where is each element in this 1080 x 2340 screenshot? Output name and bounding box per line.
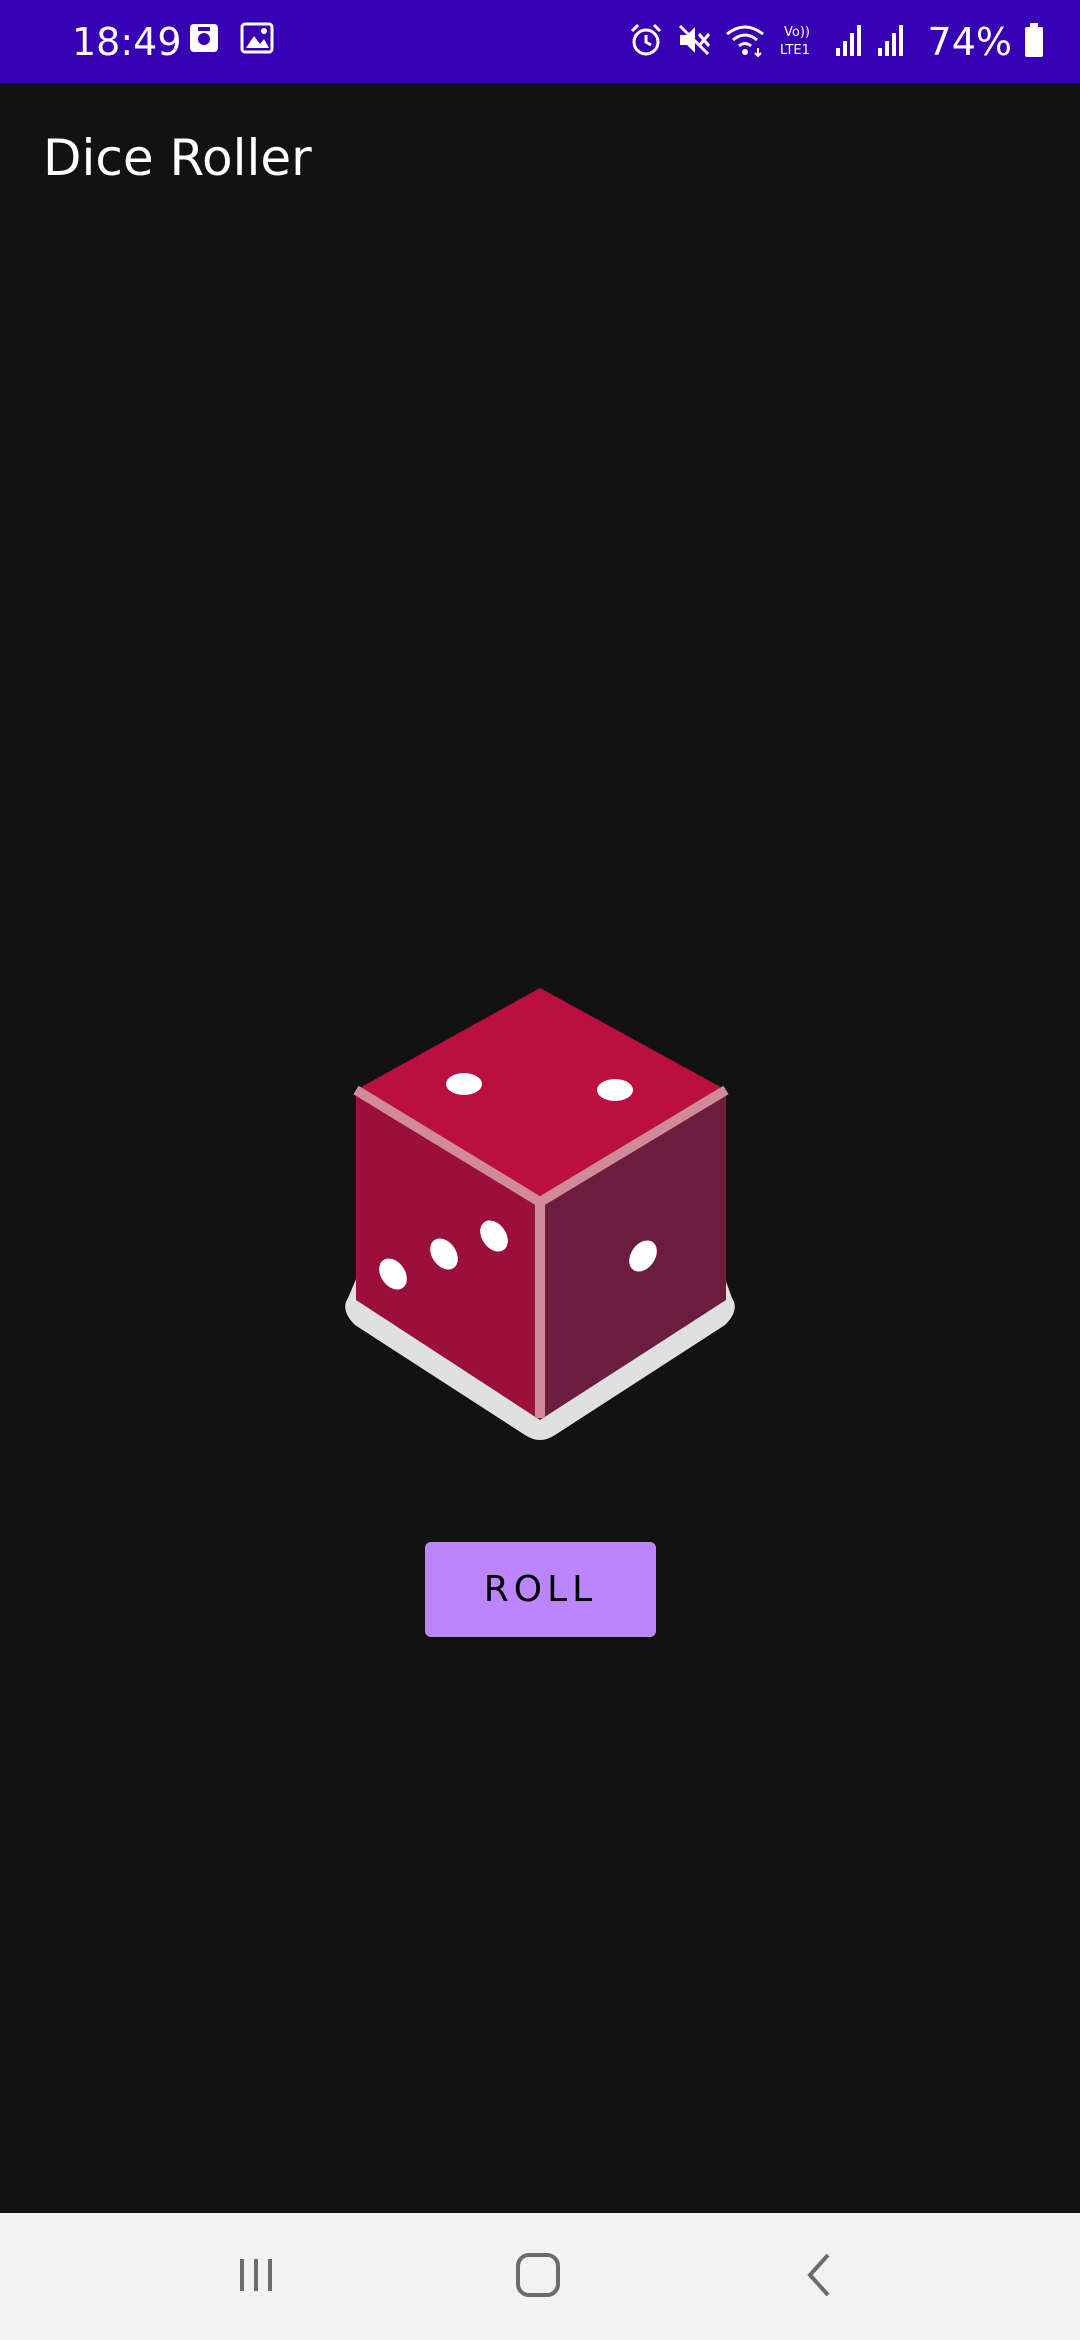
home-icon xyxy=(514,2251,562,2303)
gallery-icon xyxy=(240,22,274,58)
screenshot-icon xyxy=(188,22,220,58)
signal-icon-1 xyxy=(834,22,864,62)
status-right-icons: Vo)) LTE1 74% xyxy=(628,18,1044,66)
home-button[interactable] xyxy=(458,2213,618,2340)
battery-icon xyxy=(1024,22,1044,62)
status-time: 18:49 xyxy=(72,20,182,64)
svg-text:LTE1: LTE1 xyxy=(780,43,810,58)
svg-text:Vo)): Vo)) xyxy=(784,25,810,40)
wifi-icon xyxy=(724,22,766,62)
back-icon xyxy=(800,2251,840,2303)
dice-pip xyxy=(446,1073,482,1095)
roll-button[interactable]: ROLL xyxy=(425,1542,656,1637)
status-bar: 18:49 Vo)) LTE1 74% xyxy=(0,0,1080,83)
app-bar: Dice Roller xyxy=(0,83,1080,233)
volte-icon: Vo)) LTE1 xyxy=(778,22,822,62)
status-left-icons xyxy=(188,22,274,58)
dice-image xyxy=(320,980,760,1460)
dice-pip xyxy=(597,1079,633,1101)
back-button[interactable] xyxy=(740,2213,900,2340)
nav-bar xyxy=(0,2213,1080,2340)
mute-icon xyxy=(676,22,712,62)
app-title: Dice Roller xyxy=(43,129,312,187)
signal-icon-2 xyxy=(876,22,906,62)
recents-button[interactable] xyxy=(176,2213,336,2340)
recents-icon xyxy=(234,2253,278,2301)
alarm-icon xyxy=(628,22,664,62)
battery-percent: 74% xyxy=(927,20,1012,64)
